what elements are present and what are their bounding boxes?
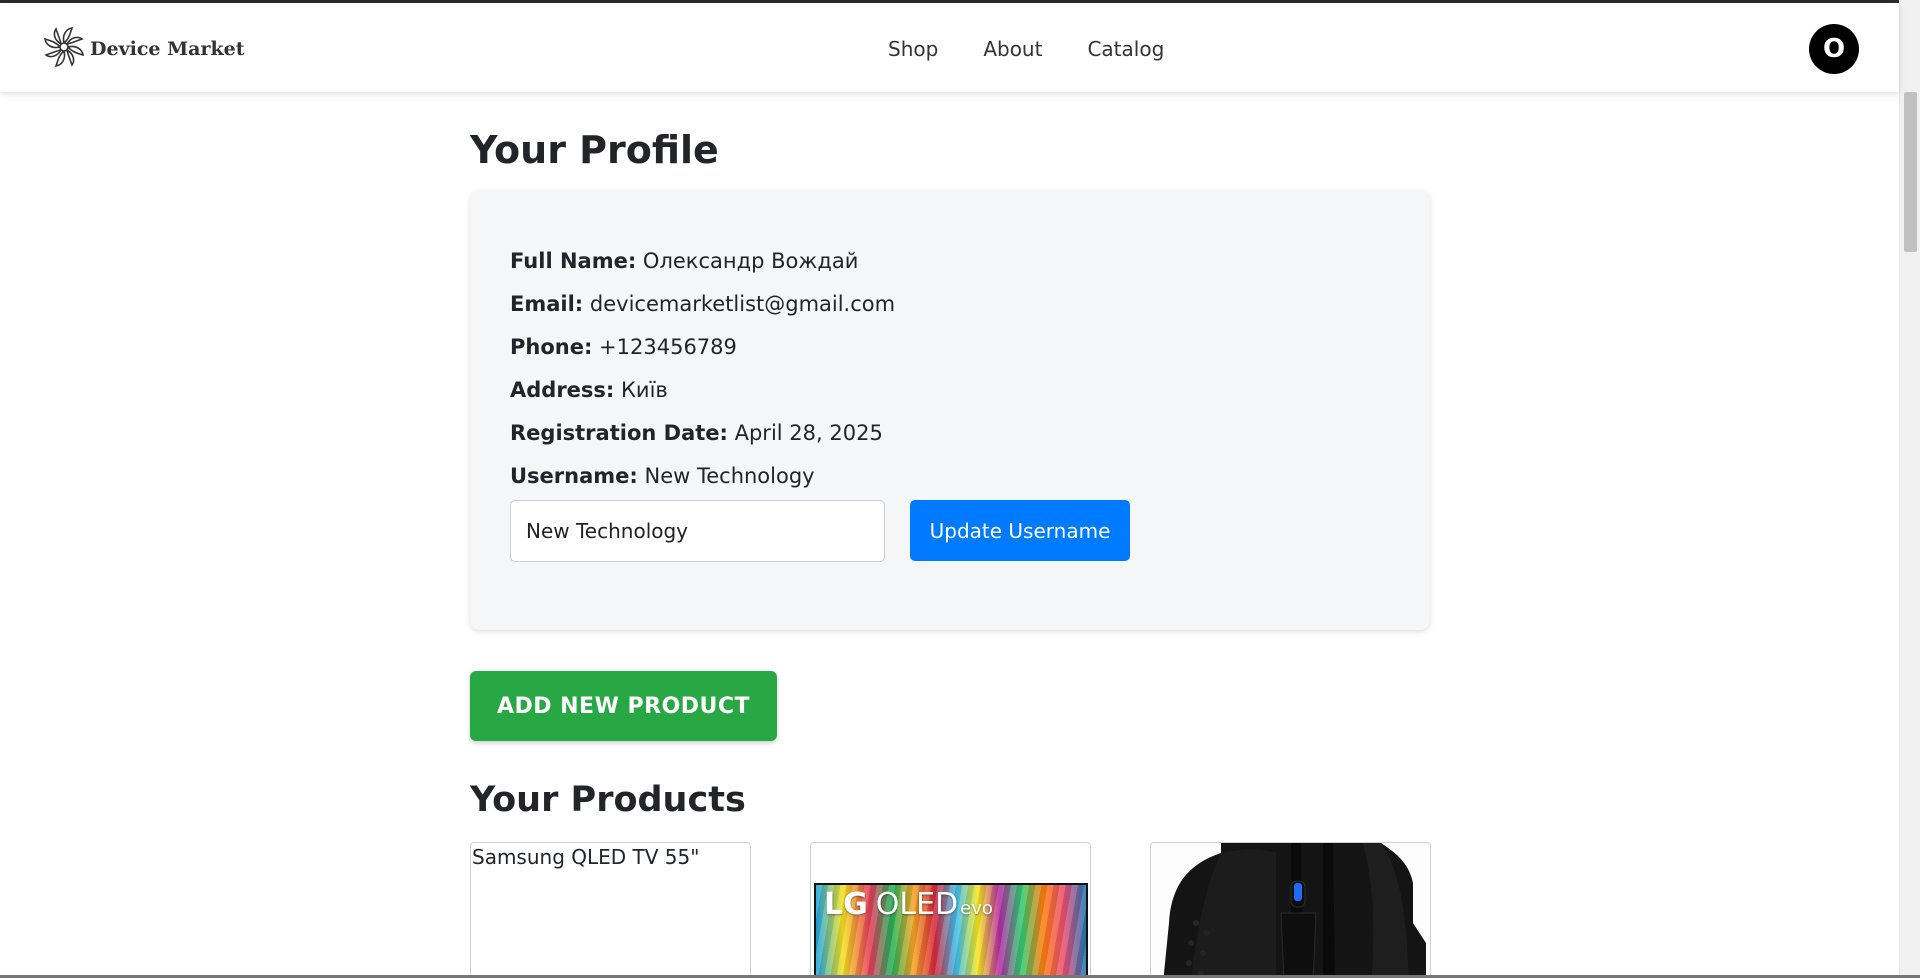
nav-link-about[interactable]: About	[983, 37, 1042, 61]
page-title: Your Profile	[470, 128, 719, 172]
main-nav: Shop About Catalog	[888, 37, 1209, 61]
profile-row-registration-date: Registration Date: April 28, 2025	[510, 418, 895, 461]
brand-name: Device Market	[90, 38, 245, 60]
products-section-title: Your Products	[470, 780, 746, 820]
field-label: Email:	[510, 292, 584, 316]
field-value: Київ	[621, 378, 668, 402]
product-card[interactable]: Samsung QLED TV 55"	[470, 842, 751, 978]
field-label: Phone:	[510, 335, 593, 359]
field-value: +123456789	[599, 335, 737, 359]
field-label: Full Name:	[510, 249, 637, 273]
field-label: Address:	[510, 378, 615, 402]
nav-link-shop[interactable]: Shop	[888, 37, 938, 61]
lg-oled-product-image: LG OLED evo	[814, 883, 1088, 978]
profile-row-address: Address: Київ	[510, 375, 895, 418]
product-image-alt-text: Samsung QLED TV 55"	[472, 845, 700, 869]
field-label: Registration Date:	[510, 421, 728, 445]
profile-row-phone: Phone: +123456789	[510, 332, 895, 375]
profile-row-full-name: Full Name: Олександр Вождай	[510, 246, 895, 289]
profile-row-username: Username: New Technology	[510, 461, 895, 504]
product-grid: Samsung QLED TV 55" LG OLED evo	[470, 842, 1431, 978]
field-value: devicemarketlist@gmail.com	[589, 292, 896, 316]
user-avatar[interactable]: O	[1809, 24, 1859, 74]
site-header: Device Market Shop About Catalog O	[0, 3, 1899, 92]
add-new-product-button[interactable]: ADD NEW PRODUCT	[470, 671, 777, 741]
viewport: Device Market Shop About Catalog O Your …	[0, 0, 1920, 978]
product-card[interactable]: LG OLED evo	[810, 842, 1091, 978]
brand-logo[interactable]: Device Market	[42, 25, 245, 73]
pinwheel-logo-icon	[42, 25, 86, 73]
nav-link-catalog[interactable]: Catalog	[1087, 37, 1164, 61]
profile-card: Full Name: Олександр Вождай Email: devic…	[470, 190, 1430, 630]
lg-oled-logo: LG OLED evo	[824, 887, 993, 922]
field-label: Username:	[510, 464, 638, 488]
username-input[interactable]	[510, 500, 885, 562]
field-value: New Technology	[644, 464, 815, 488]
gaming-mouse-product-image	[1151, 843, 1430, 978]
profile-row-email: Email: devicemarketlist@gmail.com	[510, 289, 895, 332]
profile-info: Full Name: Олександр Вождай Email: devic…	[510, 246, 895, 504]
field-value: Олександр Вождай	[642, 249, 859, 273]
field-value: April 28, 2025	[734, 421, 883, 445]
product-card[interactable]	[1150, 842, 1431, 978]
update-username-button[interactable]: Update Username	[910, 500, 1130, 561]
scrollbar-thumb[interactable]	[1904, 92, 1917, 252]
main-content: Your Profile Full Name: Олександр Вождай…	[470, 128, 1431, 978]
vertical-scrollbar[interactable]	[1899, 0, 1920, 978]
